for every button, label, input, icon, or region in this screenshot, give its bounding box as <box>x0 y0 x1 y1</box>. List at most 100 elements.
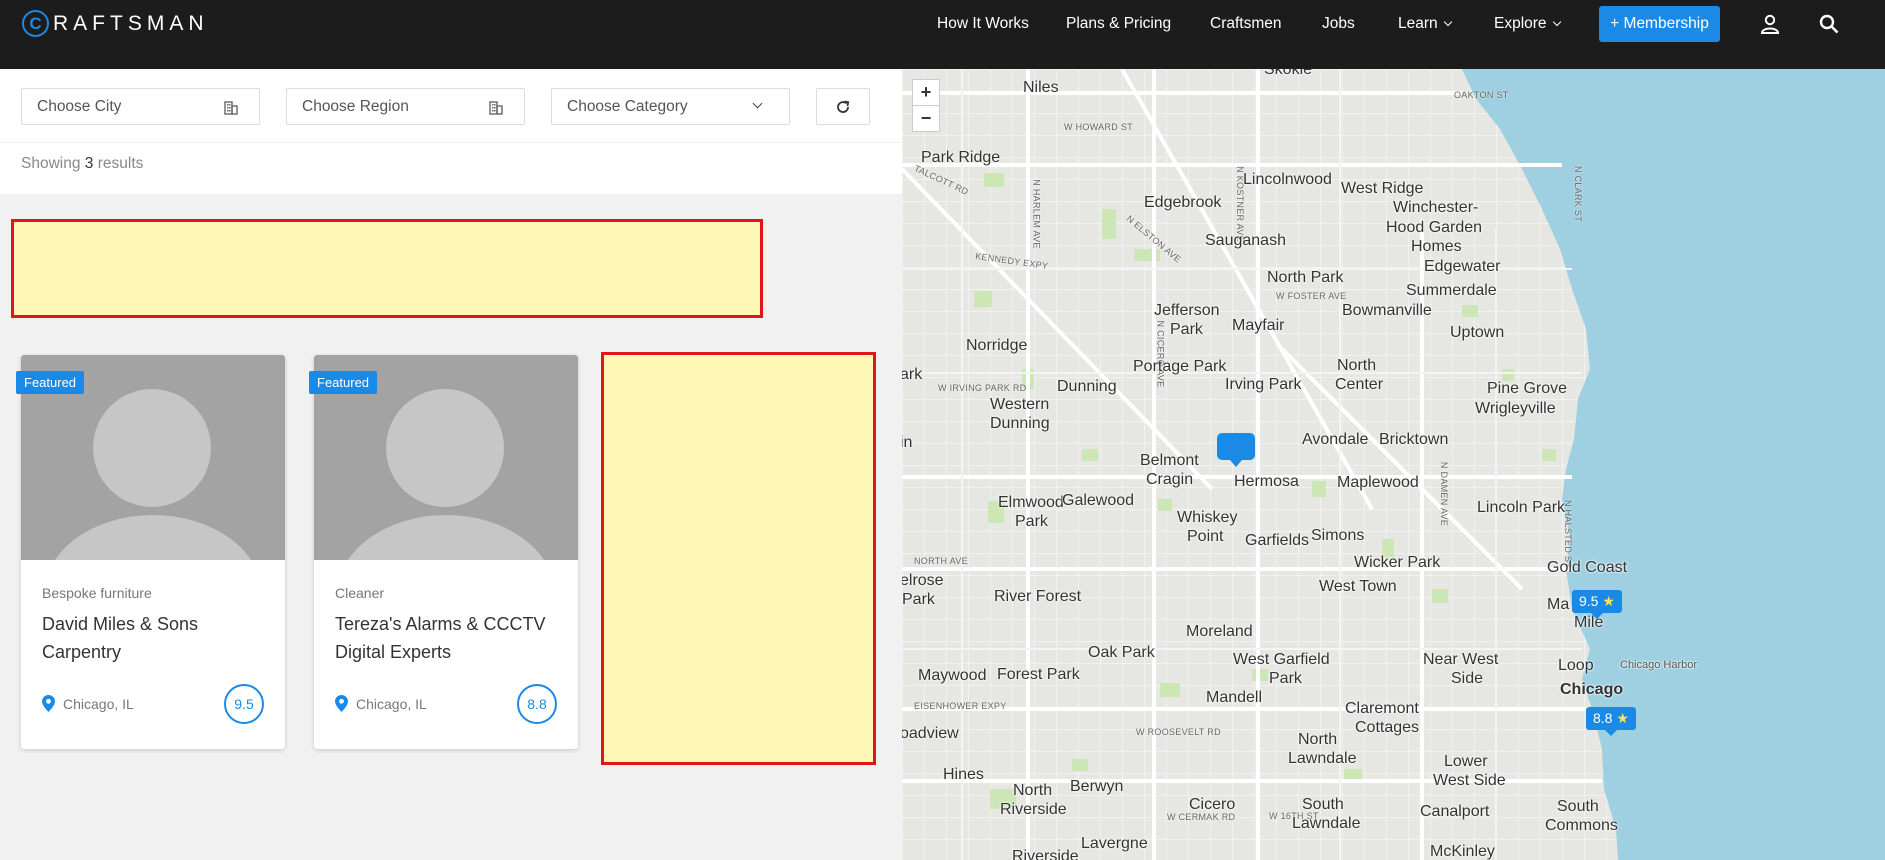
location-pin-icon <box>42 695 55 712</box>
map-cluster-marker[interactable] <box>1217 433 1255 467</box>
results-prefix: Showing <box>21 155 81 172</box>
street-label: N DAMEN AVE <box>1439 461 1450 527</box>
place-label: Park <box>1269 670 1302 687</box>
map[interactable]: + − OAKTON ST W HOWARD ST TALCOTT RD KEN… <box>902 69 1885 860</box>
place-label: Whiskey <box>1177 509 1238 526</box>
refresh-button[interactable] <box>816 88 870 125</box>
place-label: Dunning <box>990 415 1050 432</box>
zoom-out-button[interactable]: − <box>912 105 940 132</box>
place-label: Riverside <box>1000 801 1067 818</box>
place-label: Galewood <box>1062 492 1135 509</box>
place-label: Park <box>1170 321 1203 338</box>
place-label: Chicago Harbor <box>1620 659 1698 671</box>
street-label: N CICERO AVE <box>1155 320 1166 388</box>
membership-button[interactable]: + Membership <box>1599 6 1720 42</box>
region-select[interactable]: Choose Region <box>286 88 525 125</box>
chevron-down-icon <box>1552 17 1561 27</box>
city-select[interactable]: Choose City <box>21 88 260 125</box>
avatar-body <box>44 515 262 560</box>
place-label: Point <box>1187 528 1224 545</box>
featured-badge: Featured <box>309 371 378 394</box>
place-label: Maplewood <box>1337 474 1419 491</box>
top-navbar: C RAFTSMAN How It Works Plans & Pricing … <box>0 0 1885 69</box>
place-label: Bowmanville <box>1342 302 1432 319</box>
place-label: Pine Grove <box>1487 380 1568 397</box>
place-label: Hood Garden <box>1386 219 1483 236</box>
place-label: Edgebrook <box>1144 194 1222 211</box>
logo[interactable]: C RAFTSMAN <box>22 10 209 37</box>
place-label: Lavergne <box>1081 835 1148 852</box>
place-label: Cragin <box>1146 471 1194 488</box>
logo-mark: C <box>22 10 49 37</box>
listing-location-text: Chicago, IL <box>356 695 427 712</box>
street-label: OAKTON ST <box>1454 90 1509 100</box>
place-label: Park <box>1015 513 1048 530</box>
place-label: Irving Park <box>1225 376 1302 393</box>
place-label: Lincolnwood <box>1243 171 1332 188</box>
place-label: elrose <box>902 572 944 589</box>
place-label: Garfields <box>1245 532 1310 549</box>
place-label: Niles <box>1023 79 1059 96</box>
user-icon[interactable] <box>1759 13 1781 35</box>
zoom-in-button[interactable]: + <box>912 79 940 106</box>
nav-plans-pricing[interactable]: Plans & Pricing <box>1066 14 1171 34</box>
listing-card[interactable]: Featured Cleaner Tereza's Alarms & CCCTV… <box>309 355 578 749</box>
place-label: Oak Park <box>1088 644 1155 661</box>
nav-how-it-works[interactable]: How It Works <box>937 14 1029 34</box>
nav-jobs[interactable]: Jobs <box>1322 14 1355 34</box>
rating-score: 8.8 <box>517 684 557 724</box>
place-label: Maywood <box>918 667 987 684</box>
place-label: Dunning <box>1057 378 1117 395</box>
avatar-body <box>337 515 555 560</box>
place-label: Lincoln Park <box>1477 499 1566 516</box>
place-label: Berwyn <box>1070 778 1124 795</box>
place-label: Belmont <box>1140 452 1199 469</box>
place-label: Wicker Park <box>1354 554 1441 571</box>
map-rating-marker[interactable]: 9.5 ★ <box>1572 590 1622 619</box>
category-select[interactable]: Choose Category <box>551 88 790 125</box>
star-icon: ★ <box>1602 593 1615 609</box>
place-label: Bricktown <box>1379 431 1449 448</box>
map-rating-marker[interactable]: 8.8 ★ <box>1586 707 1636 736</box>
ad-banner[interactable] <box>11 219 763 318</box>
listing-title[interactable]: Tereza's Alarms & CCCTV Digital Experts <box>335 610 560 666</box>
place-label: Portage Park <box>1133 358 1227 375</box>
location-pin-icon <box>335 695 348 712</box>
place-label: Park Ridge <box>921 149 1001 166</box>
nav-learn[interactable]: Learn <box>1398 14 1452 34</box>
nav-craftsmen[interactable]: Craftsmen <box>1210 14 1282 34</box>
region-select-label: Choose Region <box>302 97 409 115</box>
place-label: West Ridge <box>1341 180 1424 197</box>
place-label: West Garfield <box>1233 651 1330 668</box>
place-label: Elmwood <box>998 494 1064 511</box>
logo-text: RAFTSMAN <box>53 11 209 35</box>
place-label: South <box>1302 796 1344 813</box>
place-label: Lawndale <box>1288 750 1357 767</box>
results-suffix: results <box>97 155 144 172</box>
place-label: Wrigleyville <box>1475 400 1556 417</box>
place-label: Summerdale <box>1406 282 1497 299</box>
street-label: EISENHOWER EXPY <box>914 701 1007 711</box>
street-label: N HARLEM AVE <box>1031 179 1042 249</box>
place-label: Edgewater <box>1424 258 1501 275</box>
results-number: 3 <box>84 155 94 172</box>
place-label: River Forest <box>994 588 1082 605</box>
street-label: W ROOSEVELT RD <box>1136 727 1221 737</box>
search-icon[interactable] <box>1818 13 1840 35</box>
place-label: Canalport <box>1420 803 1490 820</box>
place-label: Western <box>990 396 1050 413</box>
listing-location-text: Chicago, IL <box>63 695 134 712</box>
place-label: Jefferson <box>1154 302 1220 319</box>
place-label: Ma <box>1547 596 1570 613</box>
filter-bar: Choose City Choose Region Choose Categor… <box>0 69 902 143</box>
place-label: North <box>1337 357 1377 374</box>
place-label: Loop <box>1558 657 1594 674</box>
ad-sidebar[interactable] <box>601 352 876 765</box>
nav-explore[interactable]: Explore <box>1494 14 1561 34</box>
building-icon <box>224 101 238 115</box>
place-label: Norridge <box>966 337 1028 354</box>
listing-card[interactable]: Featured Bespoke furniture David Miles &… <box>16 355 285 749</box>
listing-title[interactable]: David Miles & Sons Carpentry <box>42 610 267 666</box>
place-label: Avondale <box>1302 431 1369 448</box>
place-label: Moreland <box>1186 623 1253 640</box>
